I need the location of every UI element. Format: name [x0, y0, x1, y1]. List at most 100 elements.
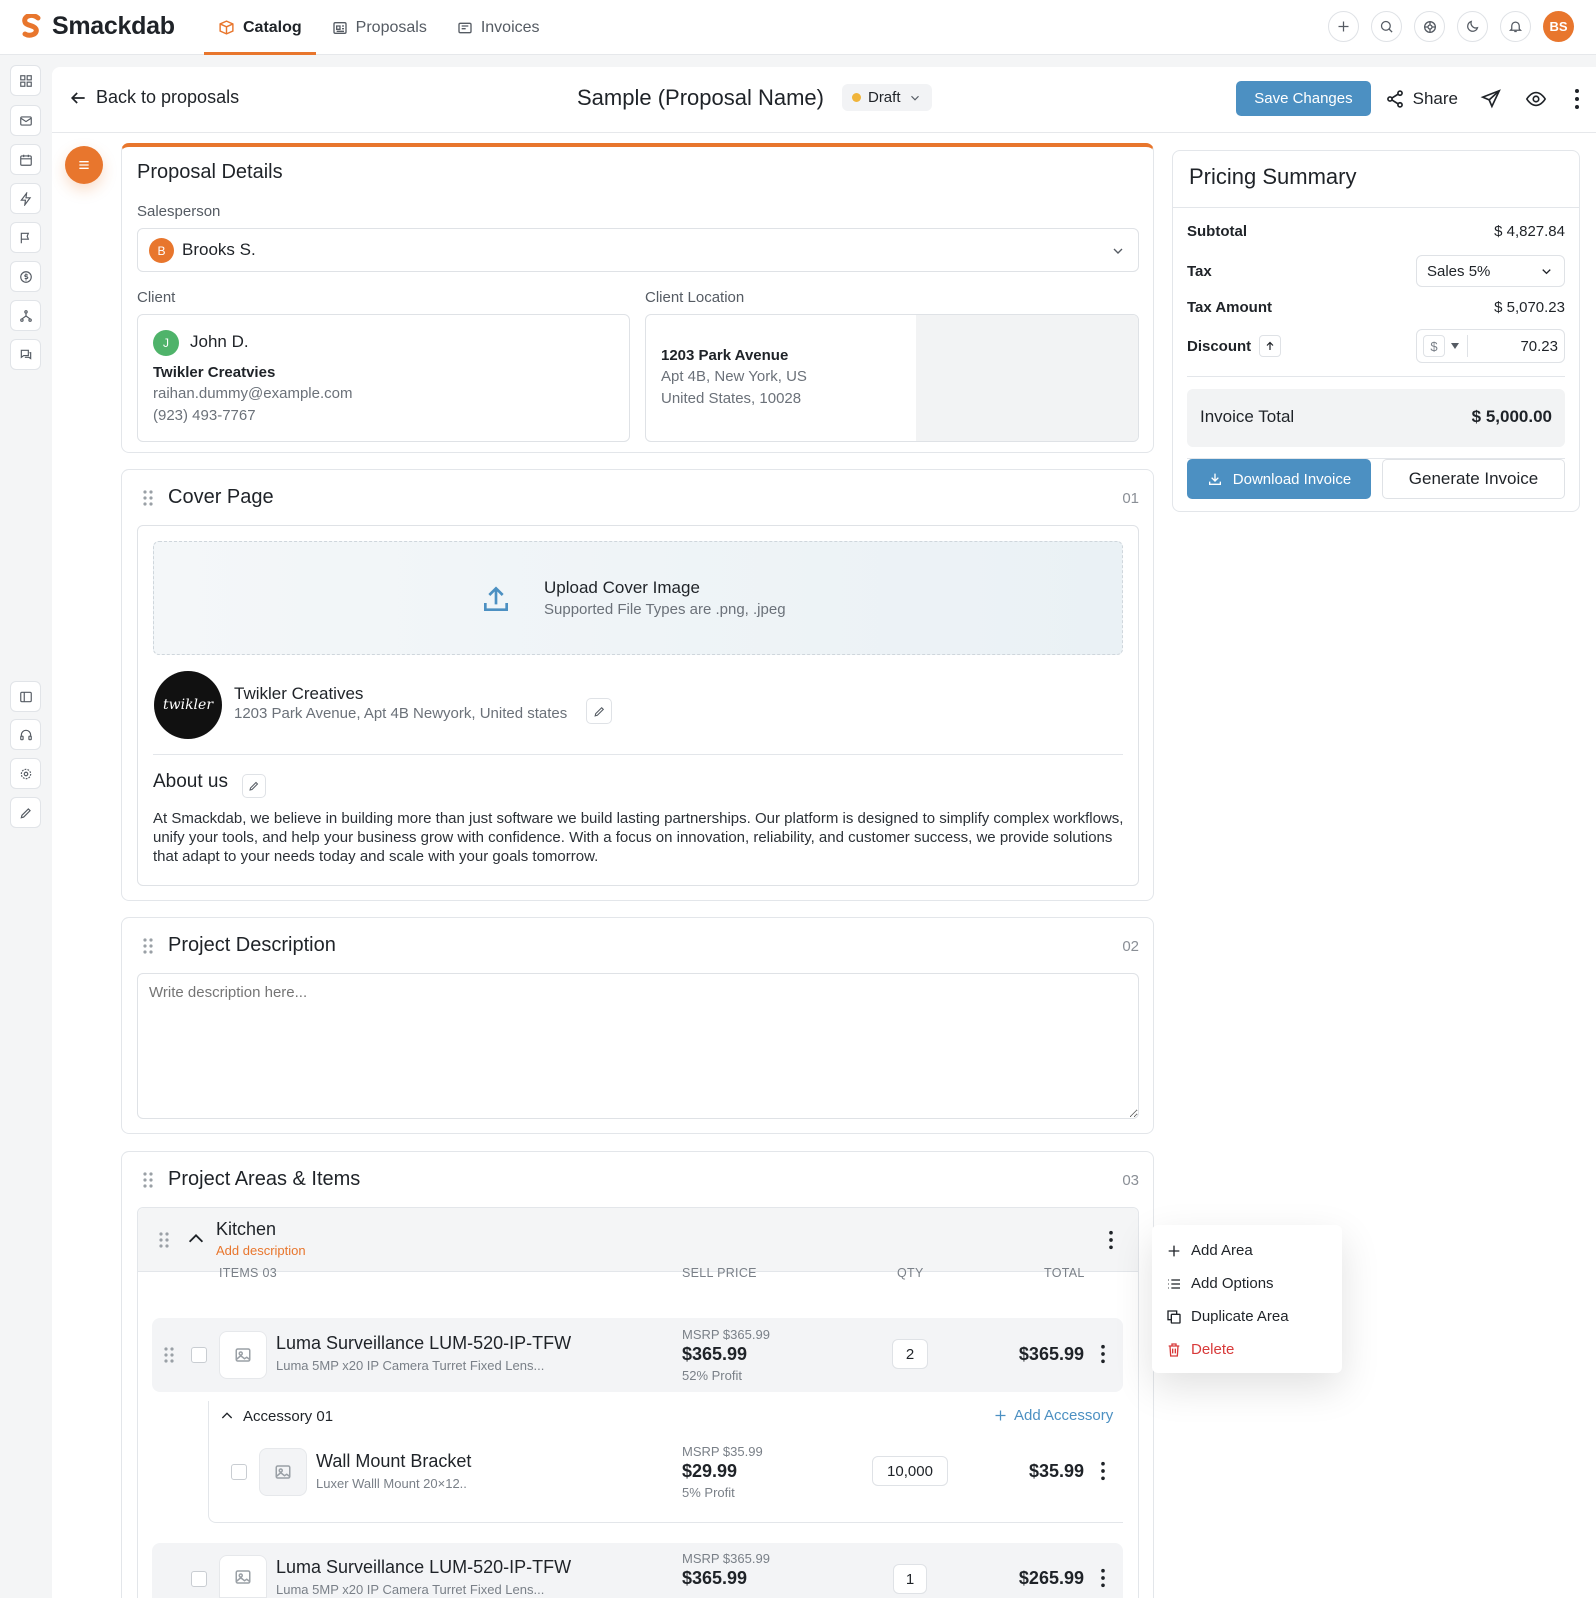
ai-assistant-button[interactable] [1414, 11, 1445, 42]
client-location-card[interactable]: 1203 Park Avenue Apt 4B, New York, US Un… [645, 314, 1139, 442]
accessory-menu-button[interactable] [1100, 1461, 1106, 1481]
tax-amount-value: $ 5,070.23 [1494, 299, 1565, 316]
pencil-icon [249, 781, 259, 791]
rail-settings[interactable] [10, 758, 41, 789]
rail-org[interactable] [10, 300, 41, 331]
tax-select[interactable]: Sales 5% [1416, 255, 1565, 287]
tax-row: Tax Sales 5% [1187, 255, 1565, 287]
edit-about-button[interactable] [242, 774, 266, 798]
download-invoice-button[interactable]: Download Invoice [1187, 459, 1371, 499]
logo[interactable]: Smackdab [20, 12, 175, 41]
row-drag-handle[interactable] [163, 1346, 175, 1364]
search-button[interactable] [1371, 11, 1402, 42]
address-line1: 1203 Park Avenue [661, 347, 789, 364]
divider [153, 754, 1123, 755]
rail-mail[interactable] [10, 105, 41, 136]
back-label: Back to proposals [96, 87, 240, 107]
kebab-icon [1101, 1461, 1105, 1481]
accessory-checkbox[interactable] [231, 1464, 247, 1480]
client-card[interactable]: J John D. Twikler Creatvies raihan.dummy… [137, 314, 630, 442]
discount-label: Discount [1187, 337, 1252, 355]
column-qty: QTY [897, 1266, 924, 1280]
collapse-area-button[interactable] [185, 1228, 207, 1250]
upload-dropzone[interactable]: Upload Cover Image Supported File Types … [153, 541, 1123, 655]
main-nav: Catalog Proposals Invoices [204, 0, 556, 55]
area-menu-button[interactable] [1108, 1230, 1114, 1250]
rail-automation[interactable] [10, 183, 41, 214]
rail-dashboard[interactable] [10, 65, 41, 96]
discount-toggle-button[interactable] [1259, 335, 1282, 357]
chevron-up-icon [188, 1234, 204, 1243]
rail-calendar[interactable] [10, 144, 41, 175]
item-menu-button[interactable] [1100, 1568, 1106, 1588]
save-changes-button[interactable]: Save Changes [1236, 81, 1371, 116]
drag-handle[interactable] [142, 937, 154, 955]
edit-company-button[interactable] [586, 698, 612, 724]
qty-input[interactable]: 2 [892, 1339, 928, 1369]
share-button[interactable]: Share [1385, 89, 1458, 109]
status-dropdown[interactable]: Draft [841, 84, 932, 111]
rail-edit[interactable] [10, 797, 41, 828]
row-checkbox[interactable] [191, 1571, 207, 1587]
accessory-total: $35.99 [1028, 1461, 1084, 1481]
rail-support[interactable] [10, 719, 41, 750]
rail-chat[interactable] [10, 339, 41, 370]
discount-input[interactable]: $ 70.23 [1416, 329, 1565, 363]
generate-invoice-button[interactable]: Generate Invoice [1382, 459, 1565, 499]
menu-add-area[interactable]: Add Area [1166, 1242, 1253, 1259]
sections-menu-button[interactable] [65, 146, 103, 184]
drag-handle[interactable] [142, 489, 154, 507]
nav-invoices[interactable]: Invoices [443, 0, 554, 55]
arrow-left-icon [70, 91, 85, 104]
hamburger-icon [79, 161, 89, 169]
rail-billing[interactable] [10, 261, 41, 292]
send-button[interactable] [1480, 88, 1502, 110]
chevron-down-icon [1542, 268, 1551, 274]
company-address: 1203 Park Avenue, Apt 4B Newyork, United… [234, 705, 568, 722]
rail-sidebar-toggle[interactable] [10, 681, 41, 712]
collapse-accessory-button[interactable] [219, 1408, 235, 1424]
salesperson-select[interactable]: B Brooks S. [137, 228, 1139, 272]
menu-duplicate-area[interactable]: Duplicate Area [1166, 1308, 1289, 1325]
plus-icon [995, 1410, 1006, 1421]
back-to-proposals-link[interactable]: Back to proposals [68, 87, 239, 108]
discount-row: Discount $ 70.23 [1187, 329, 1565, 363]
download-icon [1208, 473, 1221, 485]
dollar-icon [19, 270, 32, 283]
add-button[interactable] [1328, 11, 1359, 42]
nav-catalog[interactable]: Catalog [204, 0, 316, 55]
preview-button[interactable] [1524, 88, 1548, 110]
user-avatar[interactable]: BS [1543, 11, 1574, 42]
rail-campaigns[interactable] [10, 222, 41, 253]
drag-handle[interactable] [142, 1171, 154, 1189]
item-total: $265.99 [1018, 1568, 1084, 1588]
accessory-group-name: Accessory 01 [243, 1408, 334, 1425]
about-us-title: About us [153, 771, 228, 792]
menu-delete[interactable]: Delete [1166, 1341, 1234, 1358]
project-description-input[interactable] [137, 973, 1139, 1119]
more-options-button[interactable] [1574, 88, 1580, 110]
area-drag-handle[interactable] [158, 1231, 170, 1249]
cover-content: Upload Cover Image Supported File Types … [137, 525, 1139, 886]
item-name: Luma Surveillance LUM-520-IP-TFW [276, 1333, 572, 1353]
qty-input[interactable]: 1 [893, 1564, 927, 1594]
item-name: Luma Surveillance LUM-520-IP-TFW [276, 1557, 572, 1577]
client-email: raihan.dummy@example.com [153, 385, 353, 402]
brand-name: Smackdab [52, 12, 175, 40]
add-accessory-button[interactable]: Add Accessory [993, 1407, 1113, 1424]
accessory-qty-input[interactable]: 10,000 [872, 1456, 948, 1486]
notifications-button[interactable] [1500, 11, 1531, 42]
company-name: Twikler Creatives [234, 684, 364, 703]
discount-currency[interactable]: $ [1423, 335, 1445, 357]
menu-add-options[interactable]: Add Options [1166, 1275, 1274, 1292]
client-company: Twikler Creatvies [153, 364, 276, 381]
row-checkbox[interactable] [191, 1347, 207, 1363]
dark-mode-button[interactable] [1457, 11, 1488, 42]
trash-icon [1168, 1342, 1180, 1357]
item-menu-button[interactable] [1100, 1344, 1106, 1364]
plus-icon [1168, 1245, 1180, 1256]
add-description-link[interactable]: Add description [216, 1243, 306, 1258]
nav-proposals[interactable]: Proposals [318, 0, 441, 55]
newspaper-icon [333, 21, 347, 34]
column-sell-price: SELL PRICE [682, 1266, 757, 1280]
